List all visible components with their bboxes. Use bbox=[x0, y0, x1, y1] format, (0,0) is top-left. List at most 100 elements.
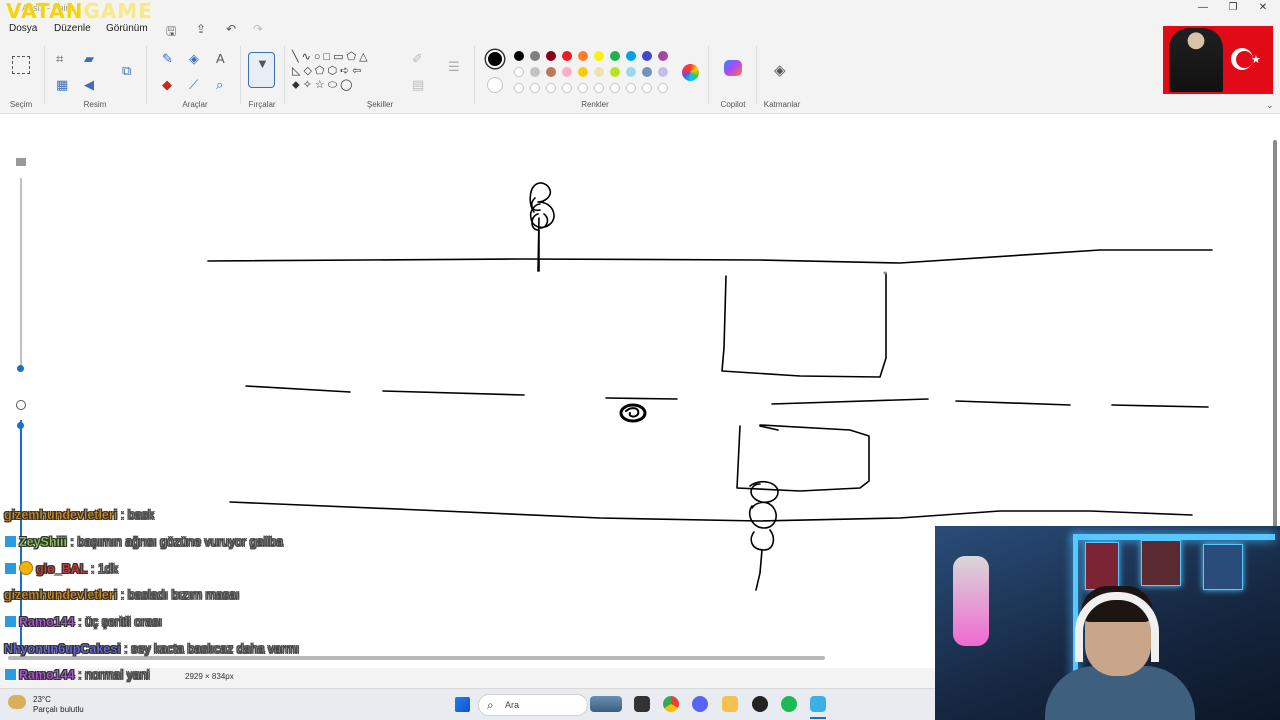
custom-color-slot[interactable] bbox=[658, 83, 668, 93]
custom-color-slot[interactable] bbox=[578, 83, 588, 93]
poster-image bbox=[1203, 544, 1243, 590]
secondary-color[interactable] bbox=[487, 77, 503, 93]
color-swatch[interactable] bbox=[578, 67, 588, 77]
paint-icon[interactable] bbox=[810, 696, 826, 712]
color-swatch[interactable] bbox=[610, 51, 620, 61]
rotate-icon[interactable]: ◀ bbox=[84, 78, 94, 92]
undo-icon[interactable]: ↶ bbox=[226, 22, 236, 36]
color-swatch[interactable] bbox=[562, 67, 572, 77]
menu-file[interactable]: Dosya bbox=[9, 23, 37, 34]
color-swatch[interactable] bbox=[578, 51, 588, 61]
fill-icon[interactable]: ◈ bbox=[189, 52, 199, 66]
color-swatch[interactable] bbox=[562, 51, 572, 61]
chrome-icon[interactable] bbox=[663, 696, 679, 712]
color-swatch[interactable] bbox=[594, 51, 604, 61]
custom-color-slot[interactable] bbox=[530, 83, 540, 93]
group-label-shapes: Şekiller bbox=[366, 100, 394, 109]
close-icon[interactable]: ✕ bbox=[1248, 0, 1278, 18]
subscriber-badge-icon bbox=[4, 614, 17, 628]
pencil-icon[interactable]: ✎ bbox=[162, 52, 173, 66]
menu-edit[interactable]: Düzenle bbox=[54, 23, 91, 34]
turkish-flag-overlay: ★ bbox=[1163, 26, 1273, 94]
chat-text: : sey kacta baslıcaz daha varmı bbox=[124, 641, 300, 656]
custom-color-slot[interactable] bbox=[546, 83, 556, 93]
menu-view[interactable]: Görünüm bbox=[106, 23, 148, 34]
custom-color-slot[interactable] bbox=[626, 83, 636, 93]
color-swatch[interactable] bbox=[626, 51, 636, 61]
outline-icon[interactable]: ✐ bbox=[412, 52, 423, 66]
slider-thumb-bottom[interactable] bbox=[17, 422, 24, 429]
color-swatch[interactable] bbox=[514, 67, 524, 77]
group-label-brushes: Fırçalar bbox=[248, 100, 276, 109]
widget-image-icon[interactable] bbox=[590, 696, 622, 712]
slider-thumb-top[interactable] bbox=[17, 365, 24, 372]
start-icon[interactable] bbox=[455, 697, 470, 712]
primary-color[interactable] bbox=[486, 50, 504, 68]
edit-colors-icon[interactable] bbox=[682, 64, 699, 81]
redo-icon[interactable]: ↷ bbox=[253, 22, 263, 36]
color-swatch[interactable] bbox=[658, 67, 668, 77]
weather-temperature: 23°C bbox=[33, 695, 51, 704]
copilot-icon[interactable] bbox=[724, 60, 742, 76]
chat-text: : üç şeritli orası bbox=[78, 614, 163, 629]
recording-app-icon[interactable] bbox=[752, 696, 768, 712]
discord-icon[interactable] bbox=[692, 696, 708, 712]
select-icon[interactable] bbox=[12, 56, 30, 74]
chat-message: ZeyShiii : başımın ağrısı gözüne vuruyor… bbox=[4, 534, 283, 557]
chat-message: Ramo144 : üç şeritli orası bbox=[4, 614, 163, 637]
minimize-icon[interactable]: — bbox=[1188, 0, 1218, 18]
color-swatch[interactable] bbox=[546, 51, 556, 61]
crescent-icon bbox=[1231, 48, 1253, 70]
color-swatch[interactable] bbox=[610, 67, 620, 77]
cursor-dot bbox=[883, 271, 887, 275]
color-swatch[interactable] bbox=[642, 51, 652, 61]
lane-dash bbox=[771, 398, 929, 405]
color-picker-icon[interactable]: ⟋ bbox=[189, 78, 198, 92]
chat-text: : basladı bızım masaı bbox=[120, 588, 240, 603]
maximize-icon[interactable]: ❐ bbox=[1218, 0, 1248, 18]
text-icon[interactable]: A bbox=[216, 52, 225, 66]
task-view-icon[interactable] bbox=[634, 696, 650, 712]
color-swatch[interactable] bbox=[594, 67, 604, 77]
image-select-icon[interactable]: ⧉ bbox=[122, 64, 131, 78]
subscriber-badge-icon bbox=[4, 562, 17, 576]
weather-icon[interactable] bbox=[8, 695, 26, 709]
lane-dash bbox=[382, 390, 525, 396]
custom-color-slot[interactable] bbox=[562, 83, 572, 93]
road-edge-top bbox=[207, 249, 1213, 264]
ribbon-divider bbox=[474, 46, 475, 104]
color-swatch[interactable] bbox=[546, 67, 556, 77]
subscriber-badge-icon bbox=[4, 668, 17, 682]
brush-button[interactable]: ▼ bbox=[248, 52, 275, 88]
magnifier-icon[interactable]: ⌕ bbox=[216, 78, 223, 92]
spotify-icon[interactable] bbox=[781, 696, 797, 712]
background-removal-icon[interactable]: ▦ bbox=[56, 78, 68, 92]
shape-fill-icon[interactable]: ▤ bbox=[412, 78, 424, 92]
eraser-icon[interactable]: ◆ bbox=[162, 78, 172, 92]
layers-icon[interactable]: ◈ bbox=[774, 63, 786, 78]
custom-color-slot[interactable] bbox=[610, 83, 620, 93]
share-icon[interactable]: ⇪ bbox=[196, 22, 206, 36]
crop-icon[interactable]: ⌗ bbox=[56, 52, 63, 66]
color-swatch[interactable] bbox=[530, 67, 540, 77]
color-swatch[interactable] bbox=[642, 67, 652, 77]
chat-username: ZeyShiii bbox=[19, 534, 67, 549]
taskbar-search[interactable]: ⌕ Ara bbox=[478, 694, 588, 716]
building-box bbox=[721, 272, 887, 378]
color-swatch[interactable] bbox=[530, 51, 540, 61]
chat-message: glo_BAL : 1dk bbox=[4, 561, 118, 583]
resize-icon[interactable]: ▰ bbox=[84, 52, 94, 66]
file-explorer-icon[interactable] bbox=[722, 696, 738, 712]
custom-color-slot[interactable] bbox=[642, 83, 652, 93]
shapes-gallery[interactable]: ╲∿○□▭⬠△ ◺◇⬠⬡➪⇦ ⬥✧☆⬭◯ bbox=[292, 50, 396, 102]
size-icon[interactable]: ☰ bbox=[448, 60, 460, 74]
custom-color-slot[interactable] bbox=[594, 83, 604, 93]
custom-color-slot[interactable] bbox=[514, 83, 524, 93]
ribbon-divider bbox=[284, 46, 285, 104]
group-label-colors: Renkler bbox=[581, 100, 609, 109]
color-swatch[interactable] bbox=[514, 51, 524, 61]
color-swatch[interactable] bbox=[658, 51, 668, 61]
poster-image bbox=[1141, 540, 1181, 586]
chevron-down-icon[interactable]: ⌄ bbox=[1266, 98, 1274, 112]
color-swatch[interactable] bbox=[626, 67, 636, 77]
